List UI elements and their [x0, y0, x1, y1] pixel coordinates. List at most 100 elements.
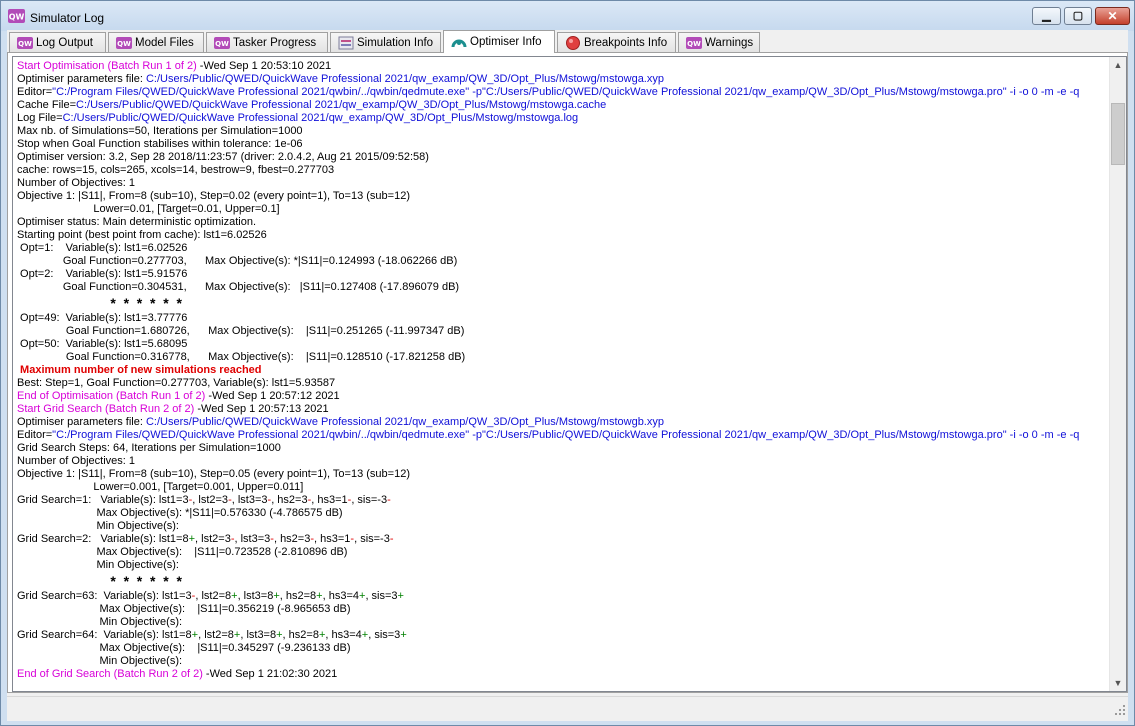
- qw-logo-icon: QW: [686, 37, 702, 49]
- tab-label: Warnings: [705, 37, 754, 49]
- log-line: Goal Function=0.316778, Max Objective(s)…: [17, 351, 1109, 364]
- log-text-segment: Goal Function=1.680726, Max Objective(s)…: [17, 325, 465, 337]
- tab-warnings[interactable]: QW Warnings: [678, 32, 760, 52]
- log-line: Max Objective(s): |S11|=0.345297 (-9.236…: [17, 642, 1109, 655]
- log-line: Lower=0.01, [Target=0.01, Upper=0.1]: [17, 203, 1109, 216]
- log-line: Goal Function=0.277703, Max Objective(s)…: [17, 255, 1109, 268]
- tab-optimiser-info[interactable]: Optimiser Info: [443, 30, 555, 53]
- log-text-segment: Goal Function=0.316778, Max Objective(s)…: [17, 351, 466, 363]
- vertical-scrollbar[interactable]: ▲ ▼: [1109, 57, 1126, 691]
- log-text-segment: Objective 1: |S11|, From=8 (sub=10), Ste…: [17, 468, 410, 480]
- maximize-icon: ▢: [1072, 10, 1084, 22]
- log-text-segment: Optimiser parameters file:: [17, 73, 146, 85]
- tab-log-output[interactable]: QW Log Output: [9, 32, 106, 52]
- tab-label: Log Output: [36, 37, 93, 49]
- log-text-segment: Min Objective(s):: [17, 655, 183, 667]
- log-text-segment: Goal Function=0.277703, Max Objective(s)…: [17, 255, 458, 267]
- tab-tasker-progress[interactable]: QW Tasker Progress: [206, 32, 328, 52]
- log-text-segment: Max nb. of Simulations=50, Iterations pe…: [17, 125, 303, 137]
- log-text-segment: Editor=: [17, 429, 53, 441]
- qw-logo-icon: QW: [116, 37, 132, 49]
- log-text-segment: cache: rows=15, cols=265, xcols=14, best…: [17, 164, 335, 176]
- log-line: cache: rows=15, cols=265, xcols=14, best…: [17, 164, 1109, 177]
- log-text-segment: , lst3=3: [231, 494, 268, 506]
- title-bar[interactable]: QW Simulator Log ▁ ▢ ✕: [1, 1, 1134, 31]
- log-text-segment: Editor=: [17, 86, 53, 98]
- log-text-segment: * * * * * *: [17, 573, 182, 589]
- chevron-down-icon: ▼: [1113, 678, 1123, 688]
- log-text-segment: Goal Function=0.304531, Max Objective(s)…: [17, 281, 460, 293]
- log-text-segment: Optimiser version: 3.2, Sep 28 2018/11:2…: [17, 151, 429, 163]
- log-line: Optimiser parameters file: C:/Users/Publ…: [17, 416, 1109, 429]
- log-line: Start Grid Search (Batch Run 2 of 2) -We…: [17, 403, 1109, 416]
- log-line: Stop when Goal Function stabilises withi…: [17, 138, 1109, 151]
- log-text-segment: -: [387, 494, 391, 506]
- log-text-segment: C:/Users/Public/QWED/QuickWave Professio…: [76, 99, 607, 111]
- optimiser-log-textbox[interactable]: Start Optimisation (Batch Run 1 of 2) -W…: [12, 56, 1127, 692]
- log-line: Max nb. of Simulations=50, Iterations pe…: [17, 125, 1109, 138]
- log-text-segment: , lst2=8: [198, 629, 234, 641]
- log-text-segment: , lst3=8: [237, 590, 274, 602]
- scroll-down-button[interactable]: ▼: [1110, 675, 1126, 691]
- log-text-segment: -Wed Sep 1 20:57:13 2021: [194, 403, 329, 415]
- log-text[interactable]: Start Optimisation (Batch Run 1 of 2) -W…: [17, 60, 1109, 688]
- breakpoint-icon: [566, 36, 580, 50]
- tab-label: Optimiser Info: [470, 36, 542, 48]
- tab-breakpoints-info[interactable]: Breakpoints Info: [557, 32, 676, 52]
- maximize-button[interactable]: ▢: [1064, 7, 1092, 25]
- log-line: Grid Search=2: Variable(s): lst1=8+, lst…: [17, 533, 1109, 546]
- log-line: Opt=50: Variable(s): lst1=5.68095: [17, 338, 1109, 351]
- log-line: Optimiser status: Main deterministic opt…: [17, 216, 1109, 229]
- log-text-segment: Best: Step=1, Goal Function=0.277703, Va…: [17, 377, 336, 389]
- log-text-segment: Stop when Goal Function stabilises withi…: [17, 138, 303, 150]
- log-text-segment: , lst2=3: [195, 533, 231, 545]
- log-line: Opt=2: Variable(s): lst1=5.91576: [17, 268, 1109, 281]
- log-line: Grid Search=1: Variable(s): lst1=3 - , lst…: [17, 494, 1109, 507]
- qw-logo-icon: QW: [17, 37, 33, 49]
- log-line: End of Grid Search (Batch Run 2 of 2) -W…: [17, 668, 1109, 681]
- log-line: Starting point (best point from cache): …: [17, 229, 1109, 242]
- log-text-segment: Grid Search=64: Variable(s): lst1=8: [17, 629, 192, 641]
- svg-text:QW: QW: [18, 40, 32, 48]
- log-line: Grid Search=63: Variable(s): lst1=3-, ls…: [17, 590, 1109, 603]
- log-line: Editor="C:/Program Files/QWED/QuickWave …: [17, 86, 1109, 99]
- log-text-segment: , lst2=8: [195, 590, 232, 602]
- log-text-segment: , hs2=8: [279, 590, 317, 602]
- log-text-segment: Min Objective(s):: [17, 520, 179, 532]
- log-text-segment: Optimiser parameters file:: [17, 416, 146, 428]
- optimiser-icon: [451, 39, 467, 48]
- log-text-segment: "C:/Program Files/QWED/QuickWave Profess…: [52, 429, 1080, 441]
- log-text-segment: Number of Objectives: 1: [17, 177, 135, 189]
- log-line: Max Objective(s): *|S11|=0.576330 (-4.78…: [17, 507, 1109, 520]
- close-button[interactable]: ✕: [1095, 7, 1130, 25]
- scroll-thumb[interactable]: [1111, 103, 1125, 165]
- tab-model-files[interactable]: QW Model Files: [108, 32, 204, 52]
- svg-text:QW: QW: [117, 40, 131, 48]
- log-line: Max Objective(s): |S11|=0.356219 (-8.965…: [17, 603, 1109, 616]
- tab-simulation-info[interactable]: Simulation Info: [330, 32, 441, 52]
- log-text-segment: , hs2=8: [282, 629, 319, 641]
- chevron-up-icon: ▲: [1113, 60, 1123, 70]
- log-text-segment: -: [389, 533, 394, 545]
- log-text-segment: Grid Search=1: Variable(s): lst1=3: [17, 494, 189, 506]
- minimize-button[interactable]: ▁: [1032, 7, 1061, 25]
- log-separator: * * * * * *: [17, 294, 1109, 312]
- log-line: Grid Search=64: Variable(s): lst1=8 + , ls…: [17, 629, 1109, 642]
- log-text-segment: Lower=0.001, [Target=0.001, Upper=0.011]: [17, 481, 304, 493]
- log-text-segment: , sis=3: [368, 629, 401, 641]
- tab-label: Tasker Progress: [233, 37, 317, 49]
- log-line: Log File=C:/Users/Public/QWED/QuickWave …: [17, 112, 1109, 125]
- log-line: Editor="C:/Program Files/QWED/QuickWave …: [17, 429, 1109, 442]
- minimize-icon: ▁: [1042, 10, 1051, 22]
- log-text-segment: End of Optimisation (Batch Run 1 of 2): [17, 390, 206, 402]
- log-line: Best: Step=1, Goal Function=0.277703, Va…: [17, 377, 1109, 390]
- log-text-segment: , hs3=1: [311, 494, 348, 506]
- log-text-segment: C:/Users/Public/QWED/QuickWave Professio…: [145, 73, 664, 85]
- scroll-up-button[interactable]: ▲: [1110, 57, 1126, 73]
- log-text-segment: , sis=3: [365, 590, 398, 602]
- log-text-segment: * * * * * *: [17, 295, 182, 311]
- qw-logo-icon: QW: [214, 37, 230, 49]
- resize-grip-icon[interactable]: [1114, 704, 1126, 716]
- log-text-segment: Number of Objectives: 1: [17, 455, 135, 467]
- window-title: Simulator Log: [30, 11, 105, 25]
